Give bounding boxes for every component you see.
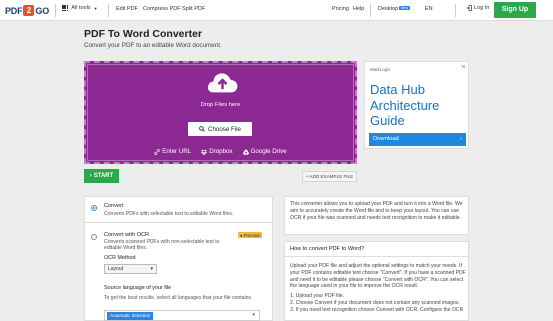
enter-url-button[interactable]: Enter URL — [154, 148, 191, 155]
advertisement[interactable]: MarkLogic Data Hub Architecture Guide Do… — [364, 61, 469, 149]
choose-file-label: Choose File — [207, 125, 242, 133]
chevron-down-icon: ▾ — [252, 312, 255, 318]
divider — [55, 4, 56, 17]
dropbox-label: Dropbox — [209, 148, 233, 155]
desktop-label: Desktop — [378, 6, 399, 12]
nav-help[interactable]: Help — [353, 6, 364, 12]
cloud-upload-icon — [207, 73, 238, 93]
source-language-select[interactable]: Automatic detection ▾ — [104, 310, 260, 321]
how-to-step: 3. If you need text recognition choose C… — [290, 306, 464, 313]
option-convert[interactable]: Convert Converts PDFs with selectable te… — [85, 197, 272, 223]
logo-text-pdf: PDF — [5, 5, 23, 16]
conversion-options-panel: Convert Converts PDFs with selectable te… — [84, 196, 273, 321]
convert-radio[interactable] — [91, 205, 97, 211]
chevron-right-icon: › — [460, 136, 462, 142]
page-title: PDF To Word Converter — [84, 28, 203, 40]
choose-file-button[interactable]: Choose File — [188, 122, 252, 136]
ad-close-icon[interactable] — [461, 64, 466, 69]
drop-files-label: Drop Files here — [200, 102, 241, 108]
how-to-step: 2. Choose Convert if your document does … — [290, 299, 460, 306]
language-chip[interactable]: Automatic detection — [107, 312, 154, 320]
file-search-icon — [199, 126, 205, 132]
option-title[interactable]: Convert with OCR — [104, 232, 149, 238]
add-example-file-button[interactable]: + ADD EXAMPLE FILE — [302, 171, 357, 182]
page-subtitle: Convert your PDF to an editable Word doc… — [84, 42, 222, 49]
logo-text-two: 2 — [23, 5, 35, 16]
ad-headline-line: Data Hub — [370, 82, 425, 97]
logo-text-go: GO — [35, 5, 50, 16]
converter-info-box: This converter allows you to upload your… — [284, 196, 469, 235]
ocr-method-label: OCR Method — [104, 255, 136, 261]
ocr-method-value: Layout — [108, 266, 124, 272]
chevron-right-icon: › — [89, 173, 92, 179]
option-title: Convert — [104, 203, 124, 209]
all-tools-label: All tools — [71, 5, 91, 12]
nav-compress-pdf[interactable]: Compress PDF — [143, 6, 181, 12]
premium-badge: ● Premium — [238, 232, 263, 238]
all-tools-menu[interactable]: All tools ▼ — [62, 5, 98, 12]
ad-headline-line: Guide — [370, 113, 405, 128]
enter-url-label: Enter URL — [162, 148, 192, 155]
top-navigation-bar: PDF 2 GO All tools ▼ Edit PDF Compress P… — [0, 0, 553, 21]
dropbox-icon — [201, 149, 208, 155]
chevron-down-icon: ▼ — [93, 5, 98, 11]
source-language-description: To get the best results, select all lang… — [104, 295, 253, 301]
link-icon — [154, 148, 160, 155]
start-label: START — [93, 173, 114, 179]
sign-up-button[interactable]: Sign Up — [494, 2, 536, 18]
upload-sources: Enter URL Dropbox Google Drive — [86, 148, 355, 155]
divider — [370, 4, 371, 17]
how-to-steps: 1. Upload your PDF file. 2. Choose Conve… — [290, 293, 466, 313]
premium-label: Premium — [243, 232, 261, 238]
option-description: Converts PDFs with selectable text to ed… — [104, 211, 234, 217]
option-description: editable Word files. — [104, 245, 148, 251]
how-to-body: Upload your PDF file and adjust the opti… — [290, 263, 466, 314]
ad-headline: Data Hub Architecture Guide — [370, 82, 439, 129]
nav-desktop[interactable]: Desktop New — [378, 6, 410, 12]
ad-brand: MarkLogic — [370, 67, 391, 72]
grid-icon — [62, 5, 69, 12]
new-badge: New — [399, 6, 410, 10]
file-drop-zone[interactable]: Drop Files here Choose File Enter URL Dr… — [84, 61, 357, 164]
ad-download-label: Download — [373, 136, 399, 142]
source-language-label: Source language of your file — [104, 285, 172, 291]
google-drive-label: Google Drive — [250, 148, 287, 155]
ocr-method-select[interactable]: Layout ▾ — [104, 264, 157, 274]
nav-pricing[interactable]: Pricing — [332, 6, 349, 12]
nav-split-pdf[interactable]: Split PDF — [182, 6, 205, 12]
how-to-box: How to convert PDF to Word? Upload your … — [284, 241, 469, 321]
start-button[interactable]: › START — [84, 169, 119, 183]
language-selector[interactable]: EN — [425, 6, 433, 12]
login-label: Log In — [474, 5, 490, 11]
divider — [108, 4, 109, 17]
login-link[interactable]: Log In — [466, 5, 489, 11]
ad-headline-line: Architecture — [370, 97, 440, 113]
pdf2go-logo[interactable]: PDF 2 GO — [5, 4, 49, 17]
how-to-step: 1. Upload your PDF file. — [290, 293, 345, 300]
google-drive-icon — [242, 149, 249, 155]
how-to-text: Upload your PDF file and adjust the opti… — [290, 263, 466, 290]
login-icon — [466, 5, 472, 11]
google-drive-button[interactable]: Google Drive — [242, 148, 287, 155]
divider — [455, 4, 456, 17]
nav-edit-pdf[interactable]: Edit PDF — [116, 6, 138, 12]
lock-icon: ● — [240, 232, 243, 238]
converter-info-text: This converter allows you to upload your… — [290, 201, 463, 221]
chevron-down-icon: ▾ — [150, 266, 153, 272]
dropbox-button[interactable]: Dropbox — [201, 148, 233, 155]
ad-download-button[interactable]: Download › — [369, 133, 466, 146]
how-to-title: How to convert PDF to Word? — [285, 242, 468, 257]
convert-ocr-radio[interactable] — [91, 234, 97, 240]
